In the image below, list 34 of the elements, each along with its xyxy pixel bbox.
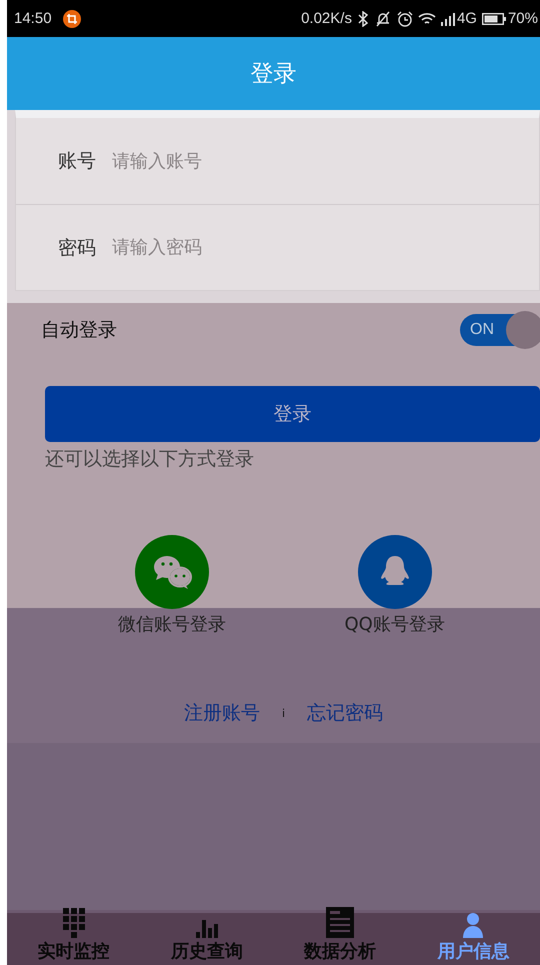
field-label: 账号 — [58, 149, 96, 174]
alternative-login-hint: 还可以选择以下方式登录 — [45, 447, 255, 472]
signal-icon — [440, 12, 455, 26]
bluetooth-icon — [356, 10, 369, 26]
social-login-label[interactable]: 微信账号登录 — [118, 612, 226, 636]
network-speed: 0.02K/s — [301, 10, 352, 27]
nav-tab[interactable]: 用户信息 — [437, 912, 510, 963]
keypad-icon — [62, 908, 85, 938]
nav-tab[interactable]: 历史查询 — [170, 918, 243, 963]
input-field[interactable]: 请输入密码 — [110, 236, 414, 259]
nav-tab[interactable]: 数据分析 — [304, 907, 376, 963]
social-login-label[interactable]: QQ账号登录 — [344, 612, 445, 636]
login-button[interactable]: 登录 — [45, 386, 540, 442]
bar-chart-icon — [196, 918, 218, 938]
network-type: 4G — [456, 10, 477, 27]
muted-bell-icon — [374, 10, 392, 26]
penguin-icon[interactable] — [356, 534, 433, 610]
battery-percent: 70% — [508, 10, 538, 27]
battery-icon — [482, 12, 506, 24]
input-field[interactable]: 请输入账号 — [110, 150, 414, 172]
alarm-icon — [396, 10, 413, 26]
chat-bubbles-icon[interactable] — [134, 534, 210, 610]
crop-icon — [62, 10, 81, 28]
nav-tab[interactable]: 实时监控 — [38, 908, 110, 963]
register-link[interactable]: 注册账号 — [184, 700, 260, 726]
auto-login-switch[interactable]: ON — [460, 314, 540, 346]
wifi-icon — [418, 12, 436, 26]
link-separator: i — [282, 706, 286, 720]
status-time: 14:50 — [14, 10, 52, 27]
user-icon — [463, 912, 484, 938]
auto-login-label: 自动登录 — [41, 318, 117, 343]
field-label: 密码 — [58, 236, 96, 260]
forgot-password-link[interactable]: 忘记密码 — [307, 700, 384, 726]
page-title: 登录 — [250, 60, 296, 89]
